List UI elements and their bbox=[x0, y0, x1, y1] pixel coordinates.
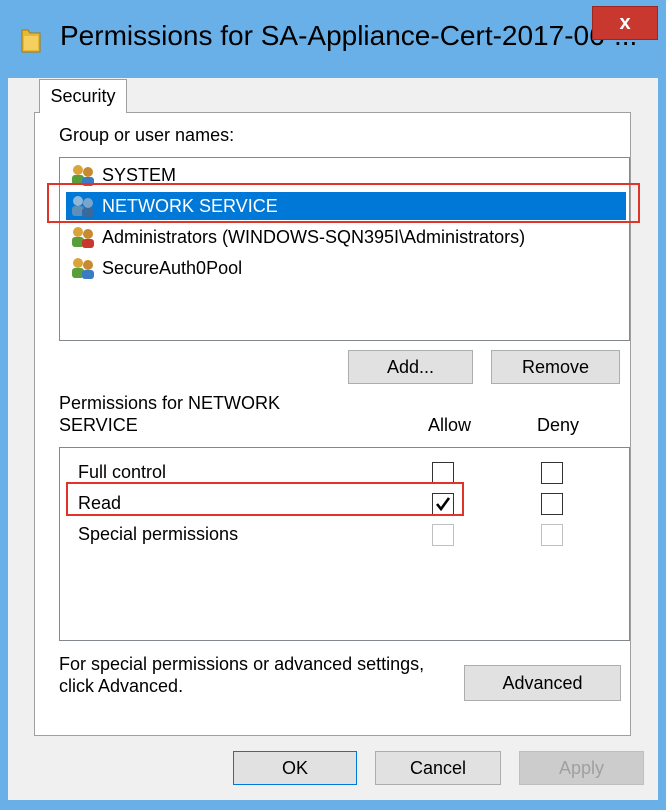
cancel-button[interactable]: Cancel bbox=[375, 751, 501, 785]
user-item-secureauth0pool[interactable]: SecureAuth0Pool bbox=[66, 254, 626, 282]
special-deny-checkbox bbox=[541, 524, 563, 546]
read-deny-checkbox[interactable] bbox=[541, 493, 563, 515]
user-item-label: SYSTEM bbox=[102, 164, 177, 185]
window-title: Permissions for SA-Appliance-Cert-2017-0… bbox=[60, 20, 638, 51]
permission-full-control-label: Full control bbox=[78, 462, 167, 482]
title-bar[interactable]: Permissions for SA-Appliance-Cert-2017-0… bbox=[0, 0, 666, 78]
users-icon bbox=[72, 227, 94, 248]
permission-read-label: Read bbox=[78, 493, 122, 513]
user-item-label: SecureAuth0Pool bbox=[102, 257, 243, 278]
special-allow-checkbox bbox=[432, 524, 454, 546]
folder-key-icon bbox=[21, 29, 41, 53]
user-item-label: NETWORK SERVICE bbox=[102, 195, 278, 216]
user-list[interactable]: SYSTEM NETWORK SERVICE Administrators (W… bbox=[59, 157, 630, 341]
allow-column-header: Allow bbox=[428, 415, 472, 435]
permissions-dialog: Permissions for SA-Appliance-Cert-2017-0… bbox=[0, 0, 666, 810]
checkmark-icon bbox=[435, 497, 451, 512]
security-tab-panel: Group or user names: SYSTEM NETWORK SERV… bbox=[34, 112, 640, 736]
deny-column-header: Deny bbox=[537, 415, 580, 435]
close-icon: x bbox=[619, 11, 631, 34]
user-item-network-service[interactable]: NETWORK SERVICE bbox=[66, 192, 626, 220]
users-icon bbox=[72, 258, 94, 279]
tab-security[interactable]: Security bbox=[39, 79, 127, 113]
dialog-client-area: Security Group or user names: SYSTEM NET… bbox=[8, 78, 658, 800]
permission-special-label: Special permissions bbox=[78, 524, 239, 544]
ok-button[interactable]: OK bbox=[233, 751, 357, 785]
permissions-for-label-line2: SERVICE bbox=[59, 415, 138, 435]
advanced-hint-line2: click Advanced. bbox=[59, 676, 184, 696]
users-icon bbox=[72, 165, 94, 186]
permissions-for-label-line1: Permissions for NETWORK bbox=[59, 393, 281, 413]
group-or-user-names-label: Group or user names: bbox=[59, 125, 235, 145]
apply-button: Apply bbox=[519, 751, 644, 785]
remove-button[interactable]: Remove bbox=[491, 350, 620, 384]
users-icon bbox=[72, 196, 94, 217]
close-button[interactable]: x bbox=[592, 6, 658, 40]
permissions-list: Full control Read Special permissions bbox=[59, 447, 630, 641]
user-item-system[interactable]: SYSTEM bbox=[66, 161, 626, 189]
advanced-hint-line1: For special permissions or advanced sett… bbox=[59, 654, 425, 674]
full-control-allow-checkbox[interactable] bbox=[432, 462, 454, 484]
user-item-administrators[interactable]: Administrators (WINDOWS-SQN395I\Administ… bbox=[66, 223, 626, 251]
full-control-deny-checkbox[interactable] bbox=[541, 462, 563, 484]
advanced-button[interactable]: Advanced bbox=[464, 665, 621, 701]
user-item-label: Administrators (WINDOWS-SQN395I\Administ… bbox=[102, 226, 526, 247]
read-allow-checkbox[interactable] bbox=[432, 493, 454, 515]
add-button[interactable]: Add... bbox=[348, 350, 473, 384]
